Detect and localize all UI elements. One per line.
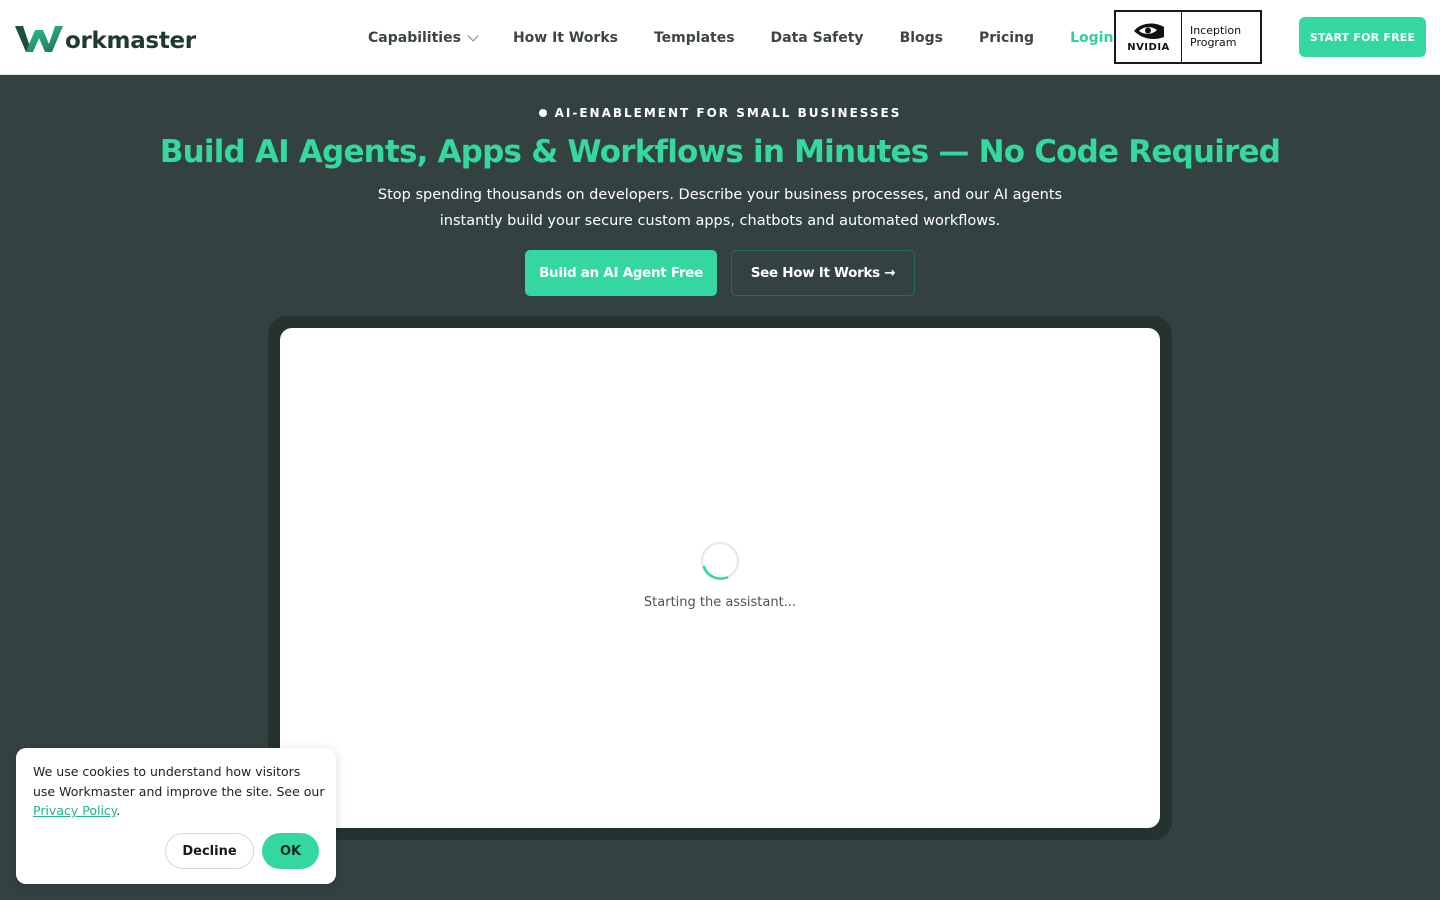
nvidia-inception-badge[interactable]: NVIDIA Inception Program: [1114, 10, 1262, 64]
logo-text: orkmaster: [65, 28, 196, 54]
start-for-free-button[interactable]: START FOR FREE: [1299, 17, 1426, 57]
nvidia-logo: NVIDIA: [1116, 12, 1182, 62]
nav-item-capabilities[interactable]: Capabilities: [368, 29, 479, 46]
nav-item-templates[interactable]: Templates: [654, 30, 735, 46]
build-ai-agent-button[interactable]: Build an AI Agent Free: [525, 250, 717, 296]
hero-subtitle-line-2: instantly build your secure custom apps,…: [439, 213, 1001, 229]
nav-item-label: Templates: [653, 29, 735, 46]
w-logo-mark-icon: [15, 26, 63, 52]
cookie-text-before: We use cookies to understand how visitor…: [33, 764, 325, 799]
nav-item-data-safety[interactable]: Data Safety: [771, 30, 864, 46]
assistant-status-text: Starting the assistant...: [643, 595, 797, 610]
nav-item-label: Pricing: [979, 29, 1035, 46]
cookie-message: We use cookies to understand how visitor…: [33, 762, 325, 821]
see-how-it-works-button[interactable]: See How It Works →: [731, 250, 915, 296]
hero-subtitle-line-1: Stop spending thousands on developers. D…: [377, 187, 1063, 203]
nav-item-label: Blogs: [899, 29, 944, 46]
nav-item-label: How It Works: [512, 29, 618, 46]
login-link[interactable]: Login: [1070, 30, 1113, 46]
nav-item-label: Data Safety: [770, 29, 864, 46]
hero-eyebrow: AI-ENABLEMENT FOR SMALL BUSINESSES: [0, 106, 1440, 120]
nav-item-how-it-works[interactable]: How It Works: [513, 30, 618, 46]
bullet-dot-icon: [538, 109, 547, 117]
nav-item-label: Capabilities: [368, 29, 461, 46]
logo[interactable]: orkmaster: [14, 20, 196, 54]
privacy-policy-link[interactable]: Privacy Policy: [33, 803, 116, 818]
eyebrow-text: AI-ENABLEMENT FOR SMALL BUSINESSES: [554, 106, 902, 120]
nvidia-eye-icon: [1133, 23, 1164, 39]
chevron-down-icon: [467, 29, 479, 42]
main-nav: Capabilities How It Works Templates Data…: [368, 0, 1113, 75]
hero-title: Build AI Agents, Apps & Workflows in Min…: [159, 134, 1281, 170]
nav-item-pricing[interactable]: Pricing: [979, 30, 1034, 46]
nvidia-wordmark: NVIDIA: [1127, 42, 1170, 53]
loading-spinner-icon: [700, 541, 740, 581]
program-line: Program: [1190, 36, 1237, 49]
cookie-text-after: .: [116, 803, 121, 818]
hero-subtitle: Stop spending thousands on developers. D…: [360, 182, 1080, 234]
cookie-decline-button[interactable]: Decline: [165, 833, 254, 869]
cookie-ok-button[interactable]: OK: [262, 833, 319, 869]
nav-item-blogs[interactable]: Blogs: [900, 30, 943, 46]
inception-program-label: Inception Program: [1182, 12, 1260, 62]
cookie-banner: We use cookies to understand how visitor…: [16, 748, 336, 884]
site-header: orkmaster Capabilities How It Works Temp…: [0, 0, 1440, 75]
